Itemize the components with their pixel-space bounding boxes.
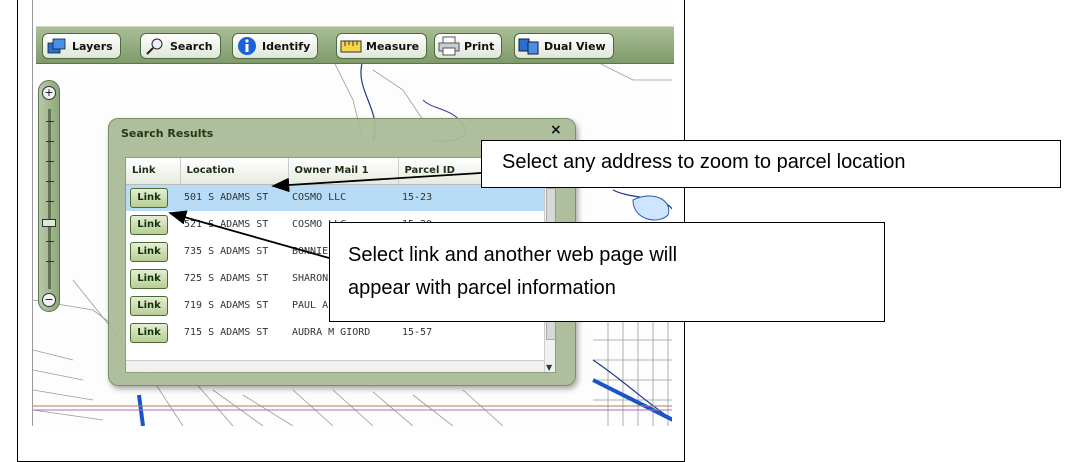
- callout-arrows: [168, 172, 482, 259]
- address-arrow: [271, 172, 482, 193]
- link-arrow: [168, 210, 330, 259]
